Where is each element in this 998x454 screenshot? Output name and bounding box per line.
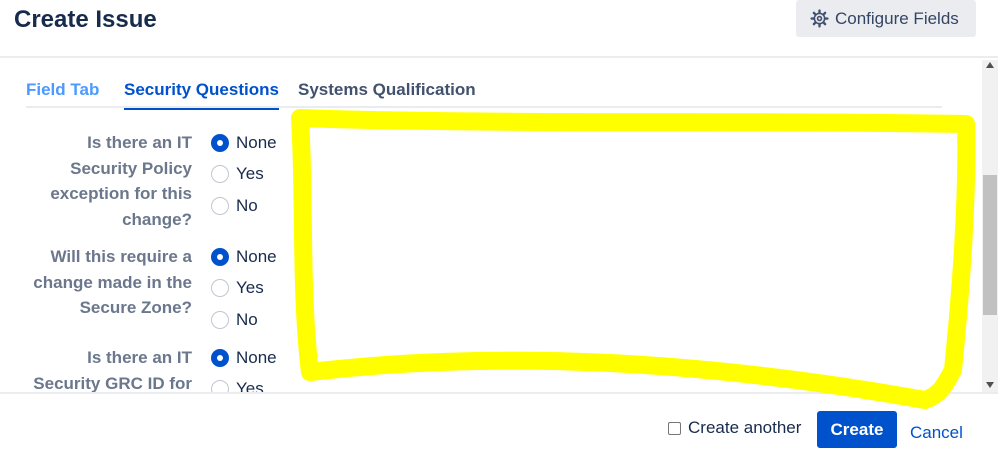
- scroll-down-arrow-icon[interactable]: [986, 382, 994, 388]
- radio-option-none[interactable]: None: [211, 133, 277, 153]
- dialog-footer: Create another Create Cancel: [0, 392, 998, 454]
- tab-systems-qualification[interactable]: Systems Qualification: [298, 80, 476, 108]
- radio-option-no[interactable]: No: [211, 310, 258, 330]
- radio-button-checked[interactable]: [211, 248, 229, 266]
- radio-option-none[interactable]: None: [211, 247, 277, 267]
- create-button[interactable]: Create: [817, 411, 897, 448]
- create-another-toggle[interactable]: Create another: [668, 418, 801, 438]
- tab-field-tab[interactable]: Field Tab: [26, 80, 99, 108]
- dialog-header: Create Issue Configure Fields: [0, 0, 998, 58]
- dialog-body: Field Tab Security Questions Systems Qua…: [0, 60, 982, 392]
- create-another-label: Create another: [688, 418, 802, 437]
- radio-option-no[interactable]: No: [211, 196, 258, 216]
- tab-security-questions[interactable]: Security Questions: [124, 80, 279, 110]
- question-label-secure-zone: Will this require a change made in the S…: [33, 247, 192, 317]
- question-label-it-security-exception: Is there an IT Security Policy exception…: [50, 133, 192, 229]
- configure-fields-label: Configure Fields: [835, 8, 959, 28]
- radio-button[interactable]: [211, 279, 229, 297]
- dialog-title: Create Issue: [14, 6, 157, 33]
- scroll-up-arrow-icon[interactable]: [986, 62, 994, 68]
- radio-button[interactable]: [211, 380, 229, 392]
- vertical-scrollbar[interactable]: [982, 60, 998, 392]
- cancel-link[interactable]: Cancel: [910, 423, 963, 443]
- question-label-grc-id: Is there an IT Security GRC ID for: [33, 348, 192, 392]
- gear-icon: [810, 9, 829, 28]
- radio-button-checked[interactable]: [211, 134, 229, 152]
- tab-bar: Field Tab Security Questions Systems Qua…: [26, 80, 942, 110]
- radio-button-checked[interactable]: [211, 349, 229, 367]
- radio-option-none[interactable]: None: [211, 348, 277, 368]
- create-another-checkbox[interactable]: [668, 421, 681, 435]
- radio-button[interactable]: [211, 165, 229, 183]
- radio-option-yes[interactable]: Yes: [211, 379, 264, 392]
- scrollbar-thumb[interactable]: [983, 175, 997, 315]
- radio-option-yes[interactable]: Yes: [211, 278, 264, 298]
- configure-fields-button[interactable]: Configure Fields: [796, 0, 976, 37]
- radio-button[interactable]: [211, 197, 229, 215]
- radio-button[interactable]: [211, 311, 229, 329]
- radio-option-yes[interactable]: Yes: [211, 164, 264, 184]
